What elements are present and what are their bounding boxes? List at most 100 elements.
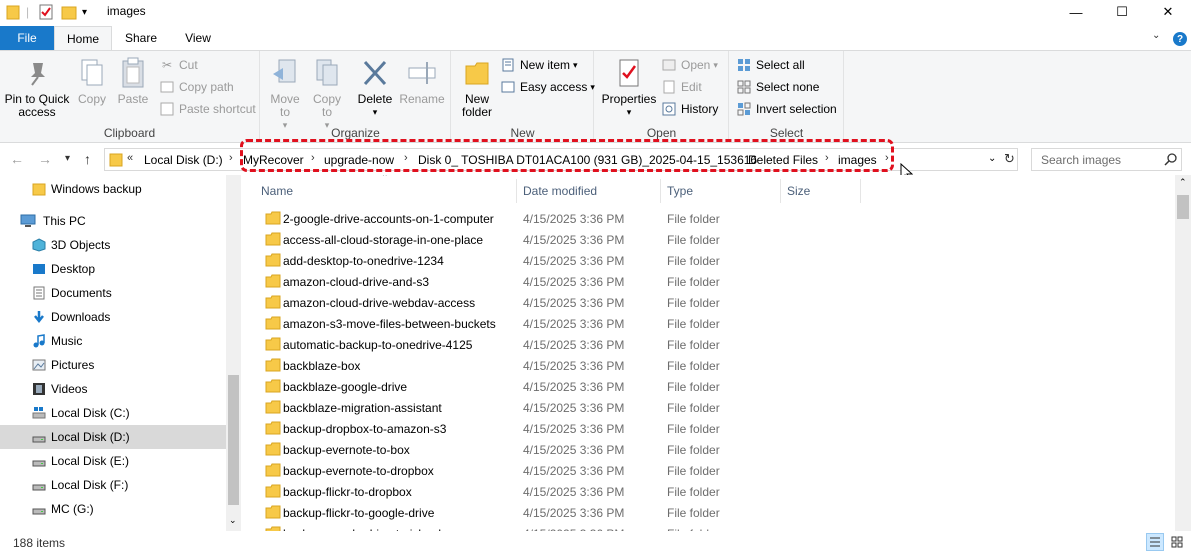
- nav-item-local-disk-f[interactable]: Local Disk (F:): [0, 473, 226, 497]
- pin-to-quick-access-button[interactable]: Pin to Quick access: [4, 57, 70, 119]
- breadcrumb-deleted-files[interactable]: Deleted Files: [748, 153, 818, 167]
- breadcrumb-upgrade-now[interactable]: upgrade-now: [324, 153, 394, 167]
- easy-access-button[interactable]: Easy access ▾: [500, 77, 595, 97]
- column-header-size[interactable]: Size: [787, 180, 810, 202]
- help-button[interactable]: ?: [1173, 32, 1187, 46]
- nav-pane-scrollbar[interactable]: ⌄: [226, 175, 241, 531]
- move-to-button[interactable]: Move to ▾: [267, 57, 303, 132]
- file-row[interactable]: backup-evernote-to-box 4/15/2025 3:36 PM F…: [257, 439, 857, 460]
- breadcrumb-separator[interactable]: ›: [885, 152, 889, 164]
- rename-button[interactable]: Rename: [399, 57, 445, 106]
- cut-button[interactable]: ✂ Cut: [159, 55, 198, 75]
- nav-item-pictures[interactable]: Pictures: [0, 353, 226, 377]
- file-row[interactable]: backup-flickr-to-dropbox 4/15/2025 3:36 P…: [257, 481, 857, 502]
- column-divider[interactable]: [780, 179, 781, 203]
- file-row[interactable]: 2-google-drive-accounts-on-1-computer 4/1…: [257, 208, 857, 229]
- nav-item-this-pc[interactable]: This PC: [0, 209, 226, 233]
- nav-item-desktop[interactable]: Desktop: [0, 257, 226, 281]
- file-list-scrollbar[interactable]: ⌃: [1175, 175, 1191, 531]
- column-header-name[interactable]: Name: [261, 180, 293, 202]
- column-divider[interactable]: [516, 179, 517, 203]
- recent-locations-chevron-icon[interactable]: ▾: [65, 153, 70, 164]
- nav-pane-scrollbar-thumb[interactable]: [228, 375, 239, 505]
- open-button[interactable]: Open ▾: [661, 55, 718, 75]
- breadcrumb-separator[interactable]: ›: [404, 152, 408, 164]
- forward-arrow-icon[interactable]: →: [38, 151, 52, 167]
- nav-item-videos[interactable]: Videos: [0, 377, 226, 401]
- tab-share[interactable]: Share: [115, 26, 167, 50]
- history-button[interactable]: History: [661, 99, 718, 119]
- tab-home[interactable]: Home: [54, 26, 112, 51]
- breadcrumb-separator[interactable]: ›: [825, 152, 829, 164]
- overflow-chevron[interactable]: «: [127, 152, 133, 164]
- column-divider[interactable]: [660, 179, 661, 203]
- file-list-scrollbar-thumb[interactable]: [1177, 195, 1189, 219]
- delete-button[interactable]: Delete ▾: [357, 57, 393, 119]
- edit-button[interactable]: Edit: [661, 77, 702, 97]
- maximize-button[interactable]: ☐: [1099, 0, 1145, 24]
- column-header-date-modified[interactable]: Date modified: [523, 180, 597, 202]
- back-arrow-icon[interactable]: ←: [10, 151, 24, 167]
- address-dropdown-chevron-icon[interactable]: ⌄: [988, 153, 996, 164]
- nav-item-local-disk-d[interactable]: Local Disk (D:): [0, 425, 226, 449]
- tab-view[interactable]: View: [170, 26, 226, 50]
- paste-button[interactable]: Paste: [115, 57, 151, 106]
- paste-shortcut-button[interactable]: Paste shortcut: [159, 99, 256, 119]
- search-box[interactable]: Search images: [1031, 148, 1182, 171]
- breadcrumb-images[interactable]: images: [838, 153, 877, 167]
- select-all-button[interactable]: Select all: [736, 55, 805, 75]
- nav-item-music[interactable]: Music: [0, 329, 226, 353]
- file-row[interactable]: access-all-cloud-storage-in-one-place 4/1…: [257, 229, 857, 250]
- breadcrumb-myrecover[interactable]: MyRecover: [243, 153, 304, 167]
- properties-button[interactable]: Properties ▾: [601, 57, 657, 119]
- file-row[interactable]: amazon-cloud-drive-and-s3 4/15/2025 3:36 …: [257, 271, 857, 292]
- scroll-up-arrow-icon[interactable]: ⌃: [1179, 177, 1187, 188]
- chevron-down-icon[interactable]: ▾: [82, 3, 87, 21]
- file-row[interactable]: backblaze-box 4/15/2025 3:36 PM File folde…: [257, 355, 857, 376]
- copy-button[interactable]: Copy: [74, 57, 110, 106]
- new-folder-button[interactable]: New folder: [456, 57, 498, 119]
- file-row[interactable]: amazon-s3-move-files-between-buckets 4/15…: [257, 313, 857, 334]
- nav-item-downloads[interactable]: Downloads: [0, 305, 226, 329]
- refresh-icon[interactable]: ↻: [1004, 151, 1015, 167]
- file-row[interactable]: backblaze-migration-assistant 4/15/2025 3…: [257, 397, 857, 418]
- file-row[interactable]: automatic-backup-to-onedrive-4125 4/15/20…: [257, 334, 857, 355]
- tab-file[interactable]: File: [0, 26, 54, 50]
- nav-item-local-disk-c[interactable]: Local Disk (C:): [0, 401, 226, 425]
- details-view-button[interactable]: [1146, 533, 1164, 551]
- address-bar[interactable]: « Local Disk (D:) › MyRecover › upgrade-…: [104, 148, 1018, 171]
- copy-to-button[interactable]: Copy to ▾: [309, 57, 345, 132]
- new-folder-quick-icon[interactable]: [61, 3, 77, 21]
- column-header-type[interactable]: Type: [667, 180, 693, 202]
- minimize-button[interactable]: —: [1053, 0, 1099, 24]
- column-divider[interactable]: [860, 179, 861, 203]
- nav-item-local-disk-e[interactable]: Local Disk (E:): [0, 449, 226, 473]
- nav-item-3d-objects[interactable]: 3D Objects: [0, 233, 226, 257]
- breadcrumb-separator[interactable]: ›: [311, 152, 315, 164]
- nav-item-windows-backup[interactable]: Windows backup: [0, 177, 226, 201]
- copy-path-button[interactable]: Copy path: [159, 77, 234, 97]
- breadcrumb-disk-0[interactable]: Disk 0_ TOSHIBA DT01ACA100 (931 GB)_2025…: [418, 153, 757, 167]
- select-none-button[interactable]: Select none: [736, 77, 819, 97]
- scroll-down-arrow-icon[interactable]: ⌄: [229, 515, 237, 526]
- file-row[interactable]: backup-dropbox-to-amazon-s3 4/15/2025 3:3…: [257, 418, 857, 439]
- search-input[interactable]: Search images: [1041, 153, 1121, 167]
- file-row[interactable]: amazon-cloud-drive-webdav-access 4/15/202…: [257, 292, 857, 313]
- nav-item-mc-g[interactable]: MC (G:): [0, 497, 226, 521]
- properties-quick-icon[interactable]: [38, 3, 54, 21]
- nav-item-documents[interactable]: Documents: [0, 281, 226, 305]
- file-row[interactable]: backup-google-drive-to-icloud4/15/2025 3…: [257, 523, 857, 531]
- file-row[interactable]: add-desktop-to-onedrive-1234 4/15/2025 3:…: [257, 250, 857, 271]
- chevron-down-icon[interactable]: ⌄: [1152, 30, 1160, 41]
- file-row[interactable]: backup-evernote-to-dropbox 4/15/2025 3:36…: [257, 460, 857, 481]
- large-icons-view-button[interactable]: [1168, 533, 1186, 551]
- invert-selection-button[interactable]: Invert selection: [736, 99, 837, 119]
- breadcrumb-separator[interactable]: ›: [733, 152, 737, 164]
- breadcrumb-local-disk-d[interactable]: Local Disk (D:): [144, 153, 223, 167]
- breadcrumb-separator[interactable]: ›: [229, 152, 233, 164]
- new-item-button[interactable]: New item ▾: [500, 55, 578, 75]
- file-row[interactable]: backblaze-google-drive 4/15/2025 3:36 PM F…: [257, 376, 857, 397]
- up-arrow-icon[interactable]: ↑: [84, 151, 91, 167]
- close-button[interactable]: ✕: [1145, 0, 1191, 24]
- file-row[interactable]: backup-flickr-to-google-drive 4/15/2025 3…: [257, 502, 857, 523]
